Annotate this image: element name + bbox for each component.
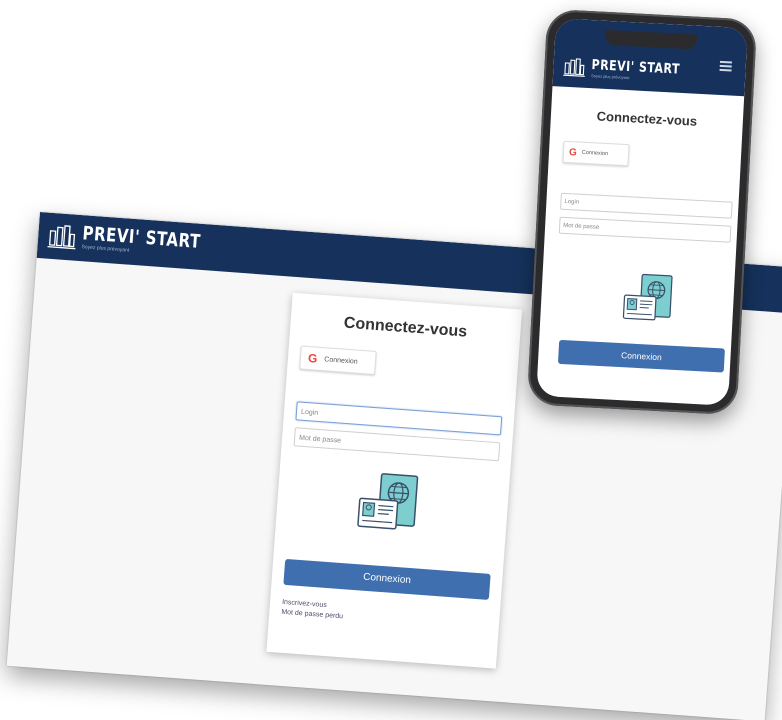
mobile-header: PREVI' START Soyez plus prévoyant <box>552 18 748 97</box>
mobile-login-submit-button[interactable]: Connexion <box>557 339 725 373</box>
mobile-login-title: Connectez-vous <box>596 108 698 129</box>
stage: PREVI' START Soyez plus prévoyant Connec… <box>0 0 782 720</box>
lost-password-link[interactable]: Mot de passe perdu <box>281 609 343 621</box>
brand-logo[interactable]: PREVI' START Soyez plus prévoyant <box>47 222 201 260</box>
login-submit-button[interactable]: Connexion <box>283 558 491 600</box>
google-login-button[interactable]: G Connexion <box>299 345 377 375</box>
google-icon: G <box>568 146 578 158</box>
phone-mockup: PREVI' START Soyez plus prévoyant Connec… <box>526 8 758 416</box>
login-title: Connectez-vous <box>343 314 468 341</box>
mobile-brand-logo[interactable]: PREVI' START Soyez plus prévoyant <box>563 56 681 83</box>
mobile-login-field[interactable]: Login <box>560 192 733 219</box>
phone-screen: PREVI' START Soyez plus prévoyant Connec… <box>536 18 748 406</box>
id-card-passport-illustration <box>622 273 673 321</box>
mobile-brand-name: PREVI' START <box>591 56 681 77</box>
mobile-google-login-label: Connexion <box>581 149 609 158</box>
google-login-label: Connexion <box>324 355 358 366</box>
columns-logo-icon <box>563 58 585 77</box>
columns-logo-icon <box>47 225 76 250</box>
google-icon: G <box>307 351 318 366</box>
mobile-password-field[interactable]: Mot de passe <box>558 216 732 243</box>
register-link[interactable]: Inscrivez-vous <box>282 599 327 609</box>
login-card: Connectez-vous G Connexion Login Mot de … <box>266 292 523 669</box>
mobile-google-login-button[interactable]: G Connexion <box>562 140 630 167</box>
id-card-passport-illustration <box>357 473 419 530</box>
hamburger-menu-icon[interactable] <box>719 60 732 74</box>
